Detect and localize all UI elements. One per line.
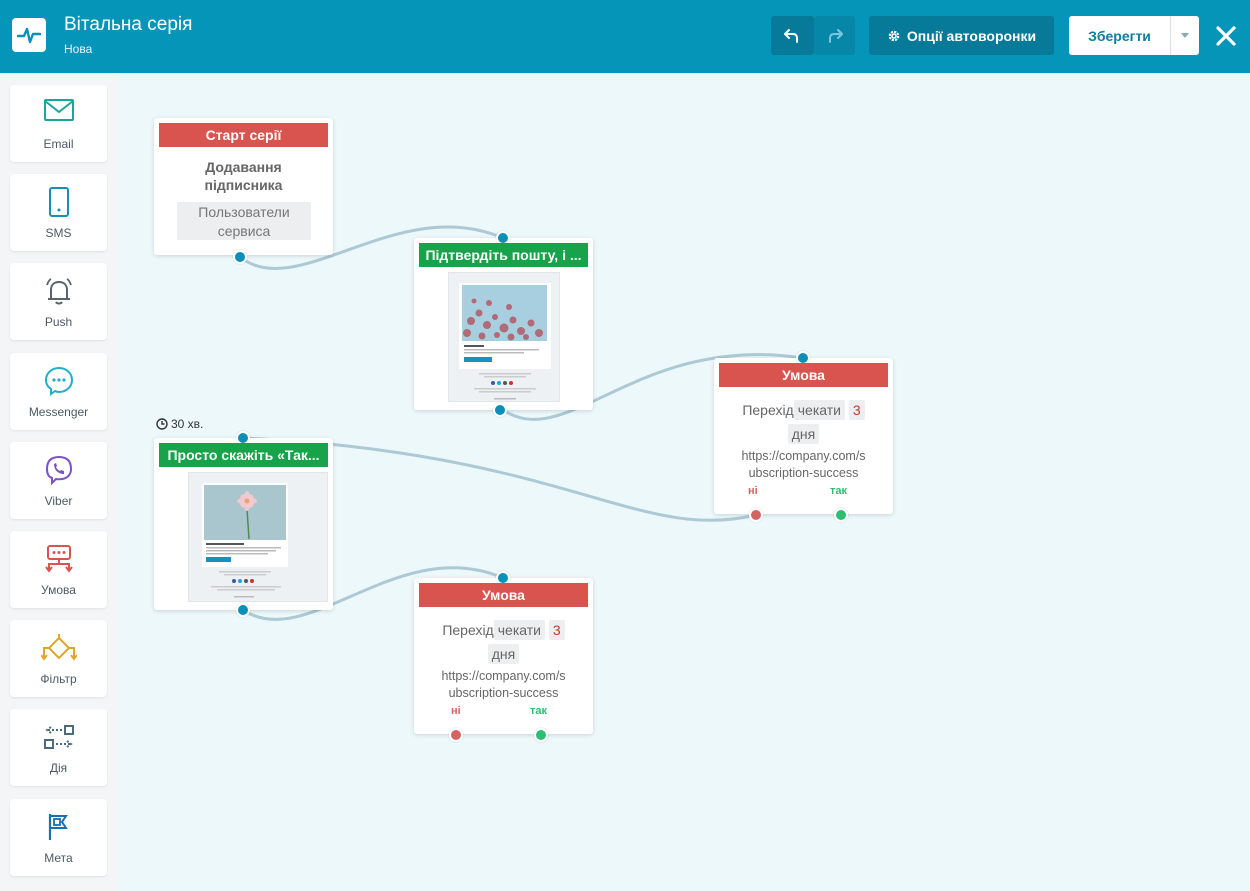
email-node-confirm[interactable]: Підтвердіть пошту, і ... [414,231,593,417]
condition-icon [44,545,73,573]
wait-value: 3 [848,400,865,420]
url-line: https://company.com/s [741,449,866,463]
condition-node[interactable]: Умова Перехід чекати 3 дня https://compan… [414,571,593,742]
email-preview-image [459,283,551,400]
condition-node-header: Умова [419,583,588,607]
start-node-title: Додавання підписника [154,158,333,194]
condition-details: Перехід чекати 3 дня https://company.com/… [414,618,593,702]
condition-node-header: Умова [719,363,888,387]
url-line: ubscription-success [448,686,559,700]
output-port-yes[interactable] [534,728,548,742]
palette-item-label: Умова [41,583,76,597]
palette-item-label: Viber [44,494,73,508]
output-port[interactable] [493,403,507,417]
palette-item-push[interactable]: Push [10,263,107,340]
clock-icon [156,418,168,430]
palette-item-messenger[interactable]: Messenger [10,353,107,430]
close-icon[interactable] [1212,22,1240,50]
wait-unit: дня [787,424,820,444]
subscriber-list-tag: Пользователи сервиса [177,202,311,240]
save-dropdown-button[interactable] [1170,16,1199,55]
output-port-no[interactable] [449,728,463,742]
output-port-no[interactable] [749,508,763,522]
list-line: сервиса [217,223,271,239]
start-title-line: підписника [204,177,283,193]
palette-item-filter[interactable]: Фільтр [10,620,107,697]
wait-label: чекати [793,400,845,420]
redo-button[interactable] [814,16,855,55]
palette-item-label: Messenger [28,405,89,419]
condition-node[interactable]: Умова Перехід чекати 3 дня https://compan… [714,351,893,522]
top-bar: Вітальна серія Нова Опції автоворонки Зб… [0,0,1250,73]
app-logo [12,18,46,52]
action-icon [43,725,74,749]
wait-unit: дня [487,644,520,664]
funnel-options-button[interactable]: Опції автоворонки [869,16,1054,55]
status-label: Нова [64,42,93,56]
palette-item-label: Фільтр [40,672,77,686]
start-title-line: Додавання [205,159,282,175]
email-node-header: Підтвердіть пошту, і ... [419,243,588,267]
palette-item-action[interactable]: Дія [10,709,107,786]
url-line: https://company.com/s [441,669,566,683]
page-title[interactable]: Вітальна серія [64,14,192,36]
condition-url: https://company.com/s ubscription-succes… [714,448,893,482]
palette-item-label: Email [43,137,74,151]
messenger-icon [44,366,73,396]
viber-icon [45,455,72,486]
funnel-options-label: Опції автоворонки [906,27,1037,44]
redo-icon [829,29,843,43]
wait-value: 3 [548,620,565,640]
condition-details: Перехід чекати 3 дня https://company.com/… [714,398,893,482]
palette-item-sms[interactable]: SMS [10,174,107,251]
output-port[interactable] [233,250,247,264]
palette-item-label: Дія [49,761,68,775]
output-port[interactable] [236,603,250,617]
goal-flag-icon [48,814,68,840]
start-node-header: Старт серії [159,123,328,147]
phone-icon [48,187,69,217]
list-line: Пользователи [198,204,290,220]
branch-no-label: ні [748,485,758,497]
workflow-canvas[interactable]: Старт серії Додавання підписника Пользов… [118,73,1250,891]
branch-yes-label: так [530,705,548,717]
email-preview-thumbnail [188,472,328,602]
url-line: ubscription-success [748,466,859,480]
output-port-yes[interactable] [834,508,848,522]
element-palette: Email SMS Push Messenger Viber Умова Філ… [0,73,118,891]
palette-item-email[interactable]: Email [10,85,107,162]
filter-icon [40,634,77,661]
condition-url: https://company.com/s ubscription-succes… [414,668,593,702]
envelope-icon [43,99,74,121]
chevron-down-icon [1181,33,1189,38]
condition-action: Перехід [442,622,494,638]
email-preview-image [202,483,288,598]
email-node-header: Просто скажіть «Так... [159,443,328,467]
palette-item-condition[interactable]: Умова [10,531,107,608]
gear-icon [888,30,900,41]
branch-yes-label: так [830,485,848,497]
delay-label[interactable]: 30 хв. [156,417,203,431]
undo-button[interactable] [771,16,814,55]
branch-no-label: ні [451,705,461,717]
condition-action: Перехід [742,402,794,418]
palette-item-label: Push [44,315,73,329]
bell-icon [45,278,72,305]
email-preview-thumbnail [448,272,560,402]
delay-value: 30 хв. [171,417,204,431]
palette-item-viber[interactable]: Viber [10,442,107,519]
pulse-icon [17,27,41,44]
start-node[interactable]: Старт серії Додавання підписника Пользов… [154,118,333,264]
undo-icon [784,29,798,43]
palette-item-goal[interactable]: Мета [10,799,107,876]
save-button[interactable]: Зберегти [1069,16,1170,55]
email-node-thanks[interactable]: Просто скажіть «Так... [154,431,333,617]
palette-item-label: Мета [44,851,73,865]
palette-item-label: SMS [45,226,72,240]
wait-label: чекати [493,620,545,640]
